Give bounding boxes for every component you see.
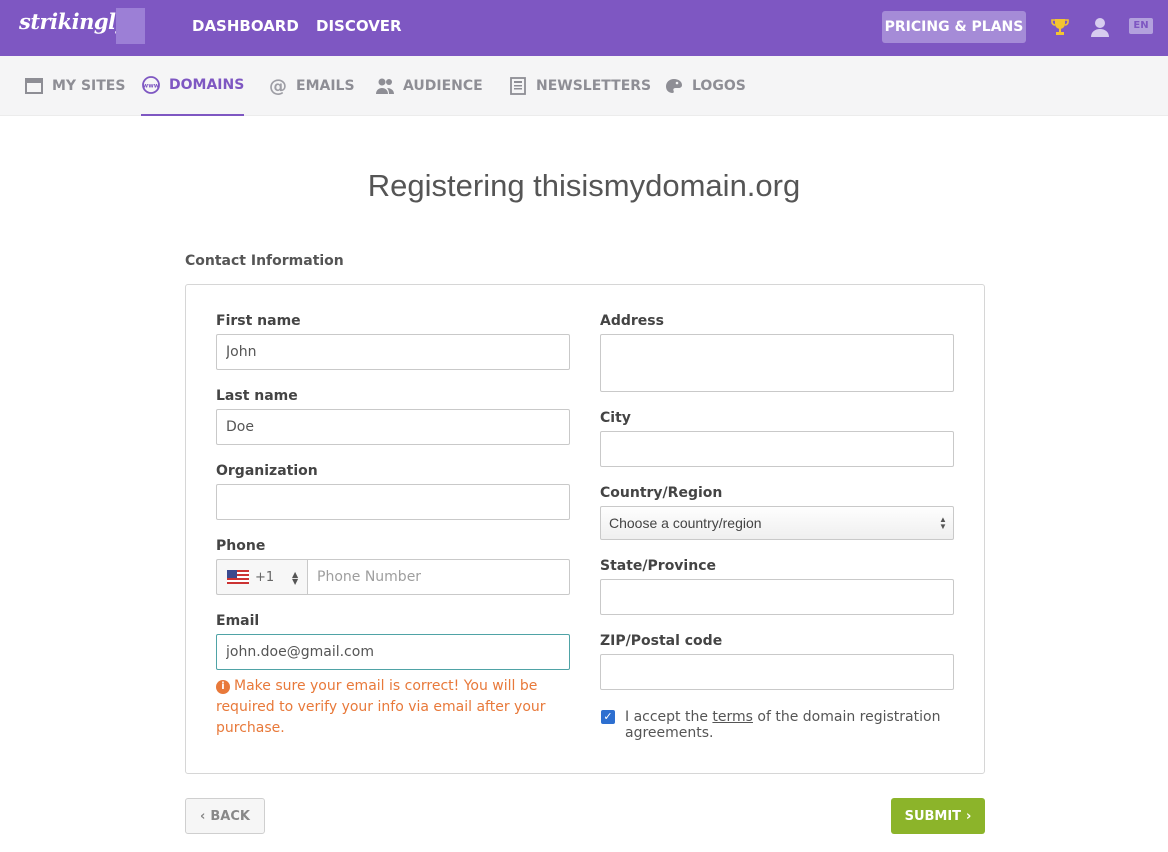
chevron-left-icon: ‹ bbox=[200, 809, 205, 824]
language-selector[interactable]: EN bbox=[1129, 18, 1153, 34]
tab-label: LOGOS bbox=[692, 78, 746, 94]
tab-audience[interactable]: AUDIENCE bbox=[375, 56, 483, 116]
people-icon bbox=[375, 76, 395, 96]
tab-label: EMAILS bbox=[296, 78, 355, 94]
address-label: Address bbox=[600, 313, 664, 329]
terms-link[interactable]: terms bbox=[712, 709, 753, 725]
terms-text: I accept the terms of the domain registr… bbox=[625, 709, 941, 741]
back-button[interactable]: ‹ BACK bbox=[185, 798, 265, 834]
www-icon: www bbox=[141, 75, 161, 95]
state-label: State/Province bbox=[600, 558, 716, 574]
tab-newsletters[interactable]: NEWSLETTERS bbox=[508, 56, 651, 116]
site-thumbnail[interactable] bbox=[116, 8, 145, 44]
country-code-selector[interactable]: +1 ▲▼ bbox=[216, 559, 308, 595]
tab-label: MY SITES bbox=[52, 78, 125, 94]
last-name-field[interactable] bbox=[216, 409, 570, 445]
last-name-label: Last name bbox=[216, 388, 298, 404]
us-flag-icon bbox=[227, 570, 249, 584]
terms-checkbox[interactable]: ✓ bbox=[601, 710, 615, 724]
select-arrows-icon: ▲▼ bbox=[292, 571, 298, 585]
email-warning: iMake sure your email is correct! You wi… bbox=[216, 676, 546, 739]
organization-field[interactable] bbox=[216, 484, 570, 520]
trophy-icon[interactable] bbox=[1049, 16, 1071, 38]
submit-button[interactable]: SUBMIT › bbox=[891, 798, 985, 834]
country-code-value: +1 bbox=[255, 570, 274, 585]
tab-my-sites[interactable]: MY SITES bbox=[24, 56, 125, 116]
email-field[interactable] bbox=[216, 634, 570, 670]
info-icon: i bbox=[216, 680, 230, 694]
address-field[interactable] bbox=[600, 334, 954, 392]
browser-icon bbox=[24, 76, 44, 96]
tab-label: AUDIENCE bbox=[403, 78, 483, 94]
tab-domains[interactable]: www DOMAINS bbox=[141, 56, 244, 116]
email-warning-text: Make sure your email is correct! You wil… bbox=[216, 678, 546, 736]
tab-logos[interactable]: LOGOS bbox=[664, 56, 746, 116]
newsletter-icon bbox=[508, 76, 528, 96]
svg-text:@: @ bbox=[269, 76, 287, 96]
strikingly-logo[interactable]: strikingly bbox=[19, 9, 127, 34]
email-label: Email bbox=[216, 613, 259, 629]
state-field[interactable] bbox=[600, 579, 954, 615]
phone-label: Phone bbox=[216, 538, 265, 554]
tab-label: DOMAINS bbox=[169, 77, 244, 93]
user-icon[interactable] bbox=[1089, 16, 1111, 38]
country-select[interactable]: Choose a country/region ▲▼ bbox=[600, 506, 954, 540]
organization-label: Organization bbox=[216, 463, 318, 479]
nav-discover[interactable]: DISCOVER bbox=[316, 17, 402, 35]
submit-label: SUBMIT bbox=[905, 809, 961, 824]
svg-text:www: www bbox=[143, 83, 160, 90]
country-select-value: Choose a country/region bbox=[609, 515, 762, 531]
page-title: Registering thisismydomain.org bbox=[0, 168, 1168, 204]
zip-field[interactable] bbox=[600, 654, 954, 690]
chevron-right-icon: › bbox=[966, 809, 971, 824]
phone-number-field[interactable] bbox=[307, 559, 570, 595]
tab-label: NEWSLETTERS bbox=[536, 78, 651, 94]
tab-emails[interactable]: @ EMAILS bbox=[268, 56, 355, 116]
select-arrows-icon: ▲▼ bbox=[939, 516, 947, 530]
back-label: BACK bbox=[210, 809, 250, 824]
zip-label: ZIP/Postal code bbox=[600, 633, 722, 649]
at-icon: @ bbox=[268, 76, 288, 96]
city-label: City bbox=[600, 410, 631, 426]
palette-icon bbox=[664, 76, 684, 96]
top-bar: strikingly DASHBOARD DISCOVER PRICING & … bbox=[0, 0, 1168, 56]
first-name-field[interactable] bbox=[216, 334, 570, 370]
nav-dashboard[interactable]: DASHBOARD bbox=[192, 17, 299, 35]
first-name-label: First name bbox=[216, 313, 301, 329]
terms-acceptance: ✓ I accept the terms of the domain regis… bbox=[601, 709, 941, 741]
terms-prefix: I accept the bbox=[625, 709, 708, 725]
section-heading: Contact Information bbox=[185, 253, 344, 269]
country-label: Country/Region bbox=[600, 485, 722, 501]
city-field[interactable] bbox=[600, 431, 954, 467]
pricing-plans-button[interactable]: PRICING & PLANS bbox=[882, 11, 1026, 43]
sub-navigation: MY SITES www DOMAINS @ EMAILS AUDIENCE N… bbox=[0, 56, 1168, 116]
